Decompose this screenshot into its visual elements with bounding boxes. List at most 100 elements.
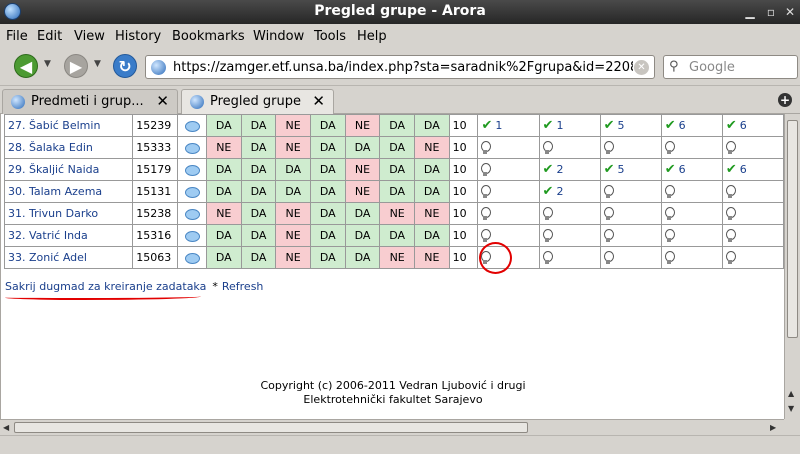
lightbulb-icon[interactable] <box>664 228 675 243</box>
attendance-cell[interactable]: DA <box>309 224 346 247</box>
attendance-cell[interactable]: NE <box>344 180 381 203</box>
lightbulb-icon[interactable] <box>664 184 675 199</box>
back-dropdown-icon[interactable]: ▼ <box>44 59 51 69</box>
back-icon[interactable]: ◀ <box>14 54 38 78</box>
task-cell[interactable] <box>721 246 784 269</box>
lightbulb-icon[interactable] <box>603 206 614 221</box>
checkmark-icon[interactable]: ✔ <box>543 184 554 199</box>
vertical-scroll-thumb[interactable] <box>787 120 798 338</box>
menu-window[interactable]: Window <box>253 29 304 44</box>
task-points[interactable]: 6 <box>740 119 747 132</box>
scroll-right-icon[interactable]: ▶ <box>770 423 776 432</box>
address-bar[interactable]: https://zamger.etf.unsa.ba/index.php?sta… <box>145 55 655 79</box>
attendance-cell[interactable]: DA <box>205 158 242 181</box>
menu-view[interactable]: View <box>74 29 105 44</box>
task-cell[interactable] <box>477 180 540 203</box>
attendance-cell[interactable]: NE <box>344 114 381 137</box>
attendance-cell[interactable]: NE <box>379 202 415 225</box>
attendance-cell[interactable]: NE <box>379 246 415 269</box>
comment-bubble-icon[interactable] <box>184 186 200 198</box>
attendance-cell[interactable]: DA <box>309 158 346 181</box>
lightbulb-icon[interactable] <box>603 228 614 243</box>
attendance-cell[interactable]: DA <box>240 114 277 137</box>
attendance-cell[interactable]: DA <box>240 158 277 181</box>
maximize-icon[interactable]: ▫ <box>763 4 779 20</box>
scroll-left-icon[interactable]: ◀ <box>3 423 9 432</box>
refresh-link[interactable]: Refresh <box>222 280 264 293</box>
task-points[interactable]: 6 <box>679 163 686 176</box>
task-cell[interactable]: ✔ 6 <box>660 158 723 181</box>
minimize-icon[interactable]: ▁ <box>742 4 758 20</box>
checkmark-icon[interactable]: ✔ <box>665 162 676 177</box>
tab-predmeti[interactable]: Predmeti i grup... ✕ <box>2 89 178 114</box>
task-points[interactable]: 1 <box>495 119 502 132</box>
comment-bubble-icon[interactable] <box>184 120 200 132</box>
search-box[interactable]: ⚲ Google <box>663 55 798 79</box>
attendance-cell[interactable]: NE <box>414 136 450 159</box>
menu-bookmarks[interactable]: Bookmarks <box>172 29 245 44</box>
checkmark-icon[interactable]: ✔ <box>726 162 737 177</box>
attendance-cell[interactable]: DA <box>205 114 242 137</box>
attendance-cell[interactable]: NE <box>275 136 311 159</box>
lightbulb-icon[interactable] <box>725 250 736 265</box>
task-cell[interactable]: ✔ 5 <box>599 158 662 181</box>
attendance-cell[interactable]: DA <box>240 180 277 203</box>
menu-edit[interactable]: Edit <box>37 29 62 44</box>
tab-close-icon[interactable]: ✕ <box>156 92 169 110</box>
attendance-cell[interactable]: DA <box>309 202 346 225</box>
forward-icon[interactable]: ▶ <box>64 54 88 78</box>
lightbulb-icon[interactable] <box>481 228 492 243</box>
attendance-cell[interactable]: DA <box>344 136 381 159</box>
task-cell[interactable] <box>477 158 540 181</box>
task-points[interactable]: 1 <box>556 119 563 132</box>
menu-help[interactable]: Help <box>357 29 387 44</box>
task-points[interactable]: 2 <box>556 163 563 176</box>
task-cell[interactable] <box>599 136 662 159</box>
checkmark-icon[interactable]: ✔ <box>726 118 737 133</box>
reload-icon[interactable]: ↻ <box>113 54 137 78</box>
attendance-cell[interactable]: DA <box>275 158 311 181</box>
attendance-cell[interactable]: DA <box>379 158 415 181</box>
task-cell[interactable] <box>721 180 784 203</box>
attendance-cell[interactable]: DA <box>205 246 242 269</box>
new-tab-icon[interactable]: + <box>778 93 792 107</box>
task-cell[interactable] <box>660 180 723 203</box>
lightbulb-icon[interactable] <box>664 140 675 155</box>
task-points[interactable]: 6 <box>740 163 747 176</box>
task-cell[interactable] <box>538 202 601 225</box>
attendance-cell[interactable]: NE <box>275 202 311 225</box>
attendance-cell[interactable]: DA <box>414 158 450 181</box>
lightbulb-icon[interactable] <box>725 184 736 199</box>
task-cell[interactable] <box>599 202 662 225</box>
lightbulb-icon[interactable] <box>542 206 553 221</box>
task-cell[interactable] <box>599 246 662 269</box>
checkmark-icon[interactable]: ✔ <box>481 118 492 133</box>
vertical-scrollbar[interactable]: ▲ ▼ <box>784 114 800 419</box>
hide-task-buttons-link[interactable]: Sakrij dugmad za kreiranje zadataka <box>5 280 206 293</box>
task-cell[interactable]: ✔ 6 <box>660 114 723 137</box>
comment-bubble-icon[interactable] <box>184 164 200 176</box>
task-cell[interactable] <box>721 202 784 225</box>
attendance-cell[interactable]: NE <box>414 246 450 269</box>
attendance-cell[interactable]: DA <box>240 246 277 269</box>
lightbulb-icon[interactable] <box>542 228 553 243</box>
checkmark-icon[interactable]: ✔ <box>604 118 615 133</box>
attendance-cell[interactable]: NE <box>205 136 242 159</box>
task-points[interactable]: 6 <box>679 119 686 132</box>
lightbulb-icon[interactable] <box>603 140 614 155</box>
student-name-link[interactable]: 28. Šalaka Edin <box>3 136 134 159</box>
close-icon[interactable]: ✕ <box>782 4 798 20</box>
attendance-cell[interactable]: DA <box>240 136 277 159</box>
lightbulb-icon[interactable] <box>664 250 675 265</box>
attendance-cell[interactable]: DA <box>379 136 415 159</box>
attendance-cell[interactable]: DA <box>240 202 277 225</box>
lightbulb-icon[interactable] <box>481 162 492 177</box>
attendance-cell[interactable]: NE <box>275 224 311 247</box>
scroll-up-icon[interactable]: ▲ <box>788 389 794 398</box>
lightbulb-icon[interactable] <box>603 184 614 199</box>
attendance-cell[interactable]: DA <box>344 224 381 247</box>
lightbulb-icon[interactable] <box>725 206 736 221</box>
comment-bubble-icon[interactable] <box>184 230 200 242</box>
task-cell[interactable] <box>477 136 540 159</box>
horizontal-scroll-thumb[interactable] <box>14 422 528 433</box>
